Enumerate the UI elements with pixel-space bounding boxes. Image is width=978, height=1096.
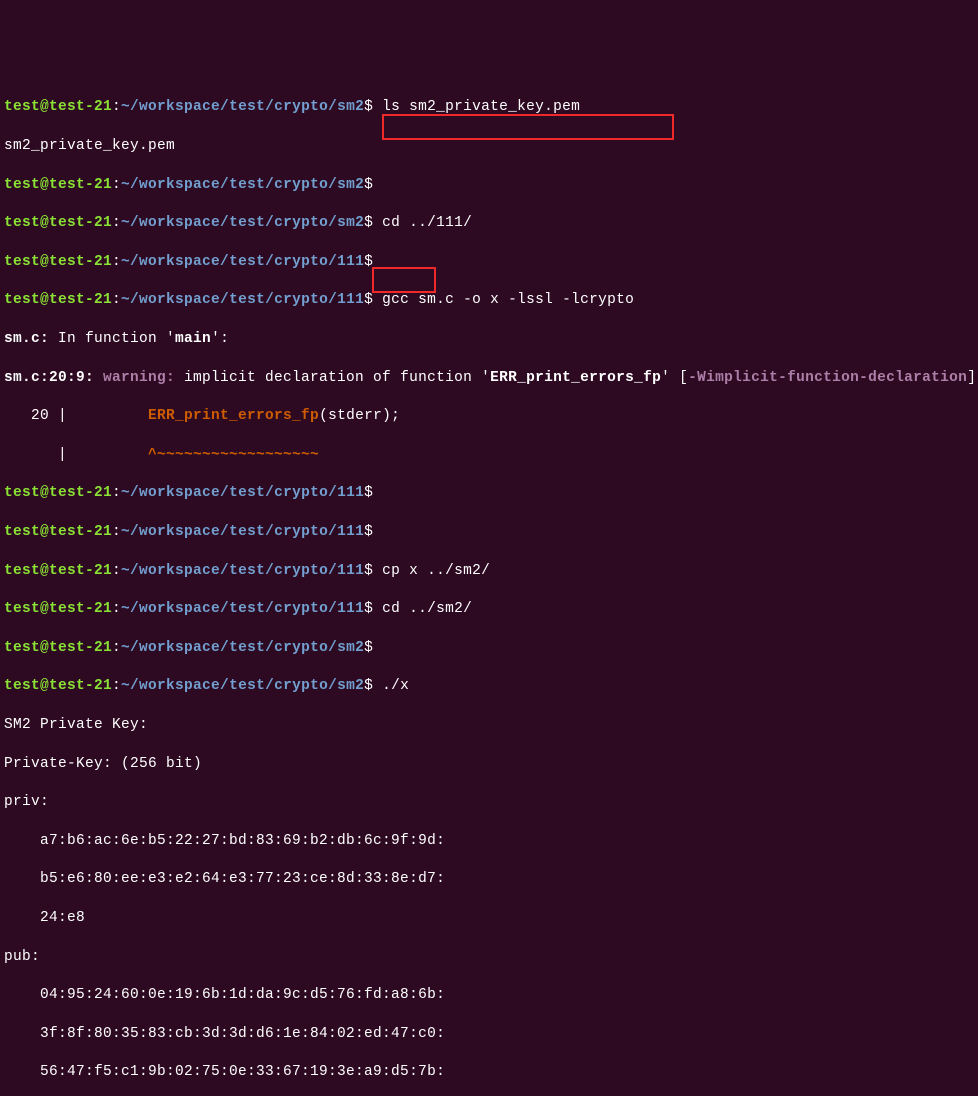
prompt-line: test@test-21:~/workspace/test/crypto/111… xyxy=(4,523,978,542)
output: b5:e6:80:ee:e3:e2:64:e3:77:23:ce:8d:33:8… xyxy=(4,870,978,889)
prompt-line: test@test-21:~/workspace/test/crypto/111… xyxy=(4,253,978,272)
output: 04:95:24:60:0e:19:6b:1d:da:9c:d5:76:fd:a… xyxy=(4,986,978,1005)
terminal[interactable]: test@test-21:~/workspace/test/crypto/sm2… xyxy=(0,77,978,1096)
prompt-line: test@test-21:~/workspace/test/crypto/sm2… xyxy=(4,677,978,696)
compiler-caret: | ^~~~~~~~~~~~~~~~~~~ xyxy=(4,446,978,465)
output: sm2_private_key.pem xyxy=(4,137,978,156)
prompt-line: test@test-21:~/workspace/test/crypto/sm2… xyxy=(4,214,978,233)
prompt-dollar: $ xyxy=(364,99,373,115)
compiler-context: 20 | ERR_print_errors_fp(stderr); xyxy=(4,407,978,426)
command-gcc: gcc sm.c -o x -lssl -lcrypto xyxy=(373,292,634,308)
compiler-warning: sm.c:20:9: warning: implicit declaration… xyxy=(4,369,978,388)
output: priv: xyxy=(4,793,978,812)
prompt-line: test@test-21:~/workspace/test/crypto/111… xyxy=(4,291,978,310)
prompt-line: test@test-21:~/workspace/test/crypto/111… xyxy=(4,484,978,503)
colon: : xyxy=(112,99,121,115)
output: a7:b6:ac:6e:b5:22:27:bd:83:69:b2:db:6c:9… xyxy=(4,832,978,851)
output: pub: xyxy=(4,948,978,967)
userhost: test@test-21 xyxy=(4,99,112,115)
prompt-line: test@test-21:~/workspace/test/crypto/111… xyxy=(4,562,978,581)
output: 24:e8 xyxy=(4,909,978,928)
prompt-line: test@test-21:~/workspace/test/crypto/sm2… xyxy=(4,639,978,658)
output: SM2 Private Key: xyxy=(4,716,978,735)
output: 3f:8f:80:35:83:cb:3d:3d:d6:1e:84:02:ed:4… xyxy=(4,1025,978,1044)
command: ls sm2_private_key.pem xyxy=(373,99,580,115)
prompt-line: test@test-21:~/workspace/test/crypto/sm2… xyxy=(4,98,978,117)
cwd: ~/workspace/test/crypto/sm2 xyxy=(121,99,364,115)
output: 56:47:f5:c1:9b:02:75:0e:33:67:19:3e:a9:d… xyxy=(4,1063,978,1082)
command-runx: ./x xyxy=(373,678,409,694)
output: Private-Key: (256 bit) xyxy=(4,755,978,774)
compiler-output: sm.c: In function 'main': xyxy=(4,330,978,349)
prompt-line: test@test-21:~/workspace/test/crypto/sm2… xyxy=(4,176,978,195)
prompt-line: test@test-21:~/workspace/test/crypto/111… xyxy=(4,600,978,619)
compiler-flag: -Wimplicit-function-declaration xyxy=(688,370,967,386)
warning-label: warning: xyxy=(94,370,184,386)
